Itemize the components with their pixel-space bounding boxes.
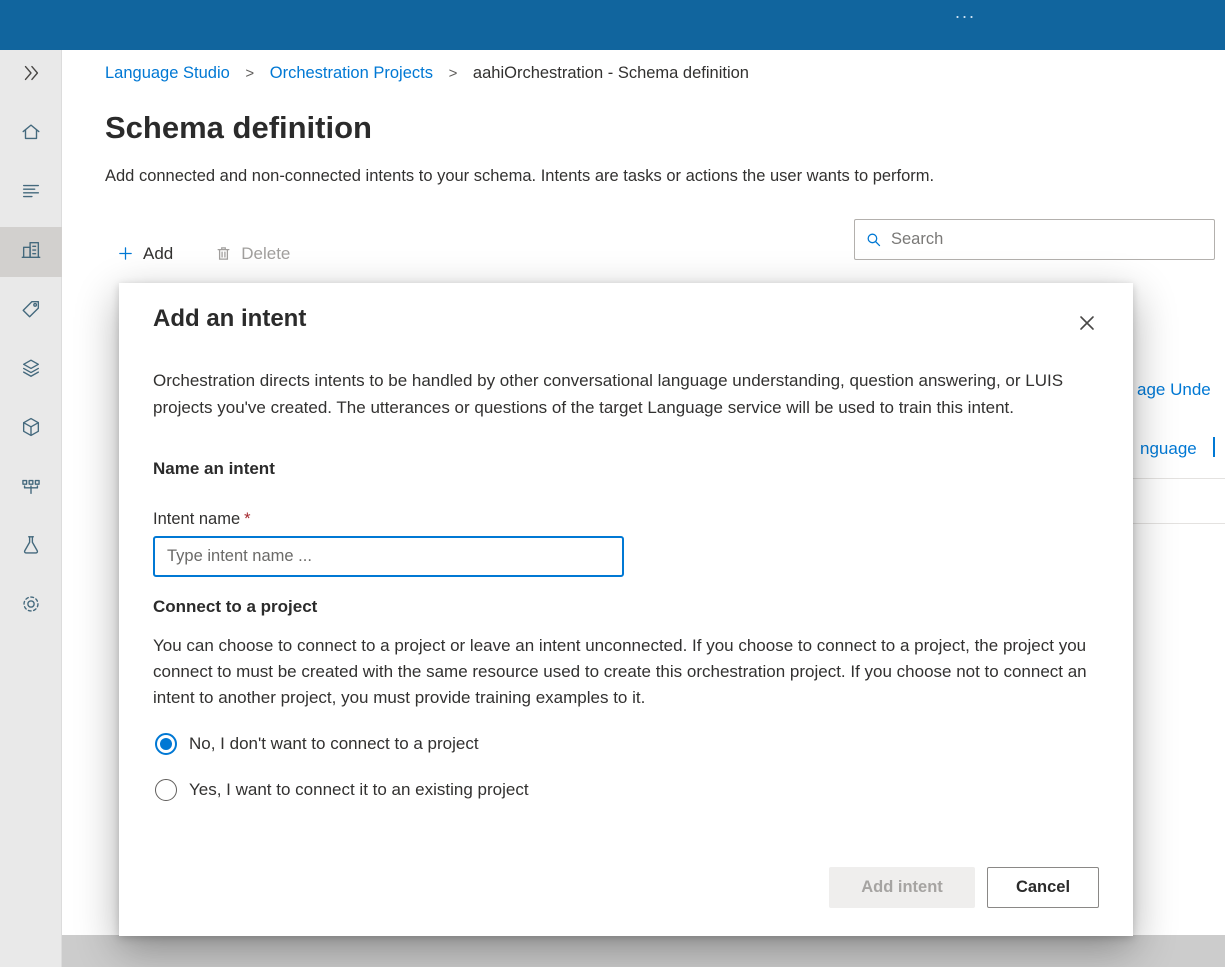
overflow-menu-icon[interactable]: ... (955, 2, 976, 23)
close-button[interactable] (1073, 309, 1101, 337)
table-footer-strip (62, 935, 1225, 967)
search-box (854, 219, 1215, 260)
radio-unselected-icon[interactable] (155, 779, 177, 801)
sidebar-expand-button[interactable] (0, 50, 62, 100)
radio-option-label: No, I don't want to connect to a project (189, 734, 479, 753)
tag-icon (20, 298, 42, 325)
delete-button-label: Delete (241, 243, 291, 263)
add-button-label: Add (143, 243, 174, 263)
breadcrumb-separator-icon: > (245, 65, 255, 82)
gear-icon (20, 593, 42, 620)
sidebar-item-overview[interactable] (0, 168, 62, 218)
cube-icon (20, 416, 42, 443)
dialog-description: Orchestration directs intents to be hand… (153, 371, 1064, 417)
clipped-table-link (1213, 437, 1215, 457)
table-row-divider (1132, 523, 1225, 524)
intent-name-label: Intent name * (153, 510, 251, 529)
add-intent-dialog: Add an intent Orchestration directs inte… (119, 283, 1133, 936)
required-asterisk: * (244, 510, 251, 528)
connect-section-description: You can choose to connect to a project o… (153, 636, 1087, 707)
radio-option-connect-existing[interactable]: Yes, I want to connect it to an existing… (155, 779, 529, 801)
connect-section-header: Connect to a project (153, 597, 318, 616)
sidebar-item-schema-definition[interactable] (0, 227, 62, 277)
breadcrumb-current-page: aahiOrchestration - Schema definition (472, 64, 749, 82)
clipped-table-link[interactable]: age Unde (1137, 380, 1211, 400)
close-icon (1080, 316, 1094, 330)
page-subtitle: Add connected and non-connected intents … (105, 167, 935, 185)
top-app-bar: ... (0, 0, 1225, 50)
sidebar-item-data-labeling[interactable] (0, 286, 62, 336)
home-icon (20, 121, 42, 148)
table-row-divider (1132, 478, 1225, 479)
sidebar-item-home[interactable] (0, 109, 62, 159)
toolbar: Add Delete (117, 233, 290, 274)
radio-selected-icon[interactable] (155, 733, 177, 755)
intent-name-input[interactable] (153, 536, 624, 577)
breadcrumb: Language Studio > Orchestration Projects… (105, 64, 749, 83)
document-lines-icon (20, 180, 42, 207)
radio-option-no-connect[interactable]: No, I don't want to connect to a project (155, 733, 479, 755)
trash-icon (217, 247, 230, 260)
dialog-actions: Add intent Cancel (829, 867, 1099, 908)
search-input[interactable] (891, 230, 1204, 249)
layers-icon (20, 357, 42, 384)
clipped-table-link[interactable]: nguage (1140, 439, 1197, 459)
sidebar-item-training-jobs[interactable] (0, 345, 62, 395)
double-chevron-right-icon (20, 62, 42, 89)
sidebar-item-deploying-model[interactable] (0, 463, 62, 513)
sidebar-item-testing-deployments[interactable] (0, 522, 62, 572)
sidebar-item-model-performance[interactable] (0, 404, 62, 454)
flask-icon (20, 534, 42, 561)
radio-option-label: Yes, I want to connect it to an existing… (189, 780, 529, 799)
page-title: Schema definition (105, 110, 372, 145)
cancel-button[interactable]: Cancel (987, 867, 1099, 908)
breadcrumb-separator-icon: > (448, 65, 458, 82)
sidebar-item-settings[interactable] (0, 581, 62, 631)
add-intent-button[interactable]: Add intent (829, 867, 975, 908)
add-button[interactable]: Add (117, 244, 173, 264)
name-intent-section-header: Name an intent (153, 459, 275, 478)
dialog-title: Add an intent (153, 305, 307, 332)
search-icon (867, 233, 881, 247)
breadcrumb-orchestration-projects[interactable]: Orchestration Projects (270, 64, 433, 82)
plus-icon (119, 247, 132, 260)
buildings-icon (20, 239, 42, 266)
deploy-icon (20, 475, 42, 502)
intent-name-label-text: Intent name (153, 510, 241, 528)
delete-button[interactable]: Delete (215, 244, 290, 264)
breadcrumb-language-studio[interactable]: Language Studio (105, 64, 230, 82)
left-nav-sidebar (0, 50, 62, 967)
